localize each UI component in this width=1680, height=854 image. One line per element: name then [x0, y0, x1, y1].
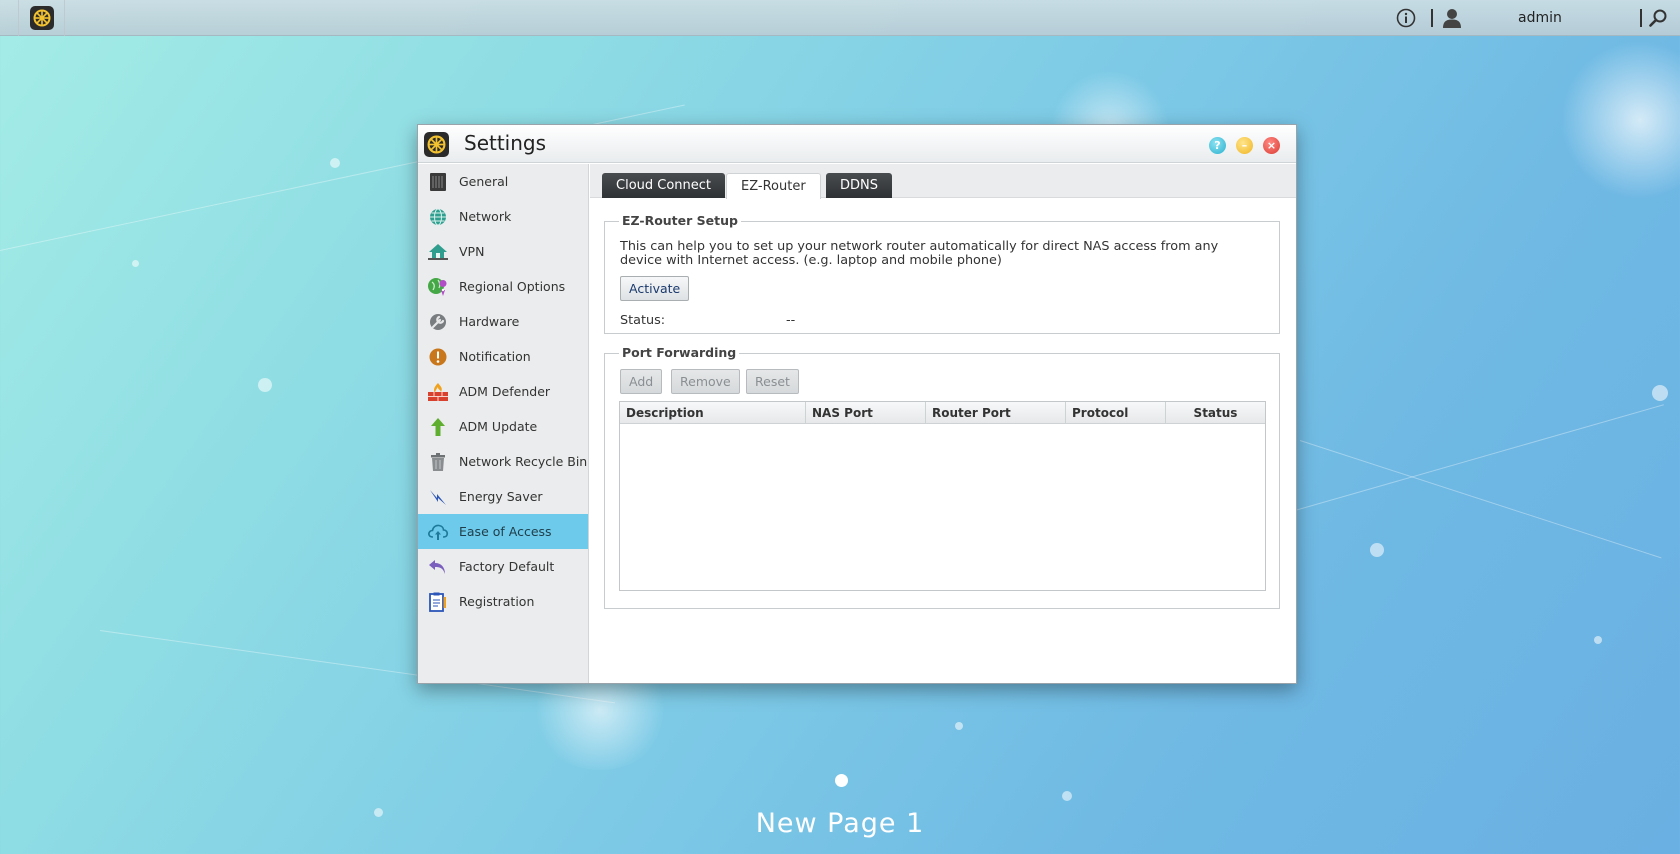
section-legend: EZ-Router Setup [619, 213, 741, 228]
column-header-protocol[interactable]: Protocol [1066, 402, 1166, 424]
minimize-button[interactable]: – [1236, 137, 1253, 154]
sidebar-item-label: ADM Defender [459, 384, 551, 399]
sidebar-item-hardware[interactable]: Hardware [418, 304, 588, 339]
alert-icon [427, 346, 449, 368]
taskbar-separator [1431, 9, 1433, 27]
column-header-status[interactable]: Status [1166, 402, 1265, 424]
activate-button[interactable]: Activate [620, 276, 690, 301]
sidebar-item-label: Energy Saver [459, 489, 543, 504]
reset-button[interactable]: Reset [746, 369, 799, 394]
taskbar-divider [18, 0, 19, 36]
ez-router-setup-section: EZ-Router Setup This can help you to set… [604, 213, 1280, 334]
sidebar-item-general[interactable]: General [418, 164, 588, 199]
window-titlebar[interactable]: Settings ? – × [418, 125, 1296, 163]
cloud-upload-icon [427, 521, 449, 543]
sidebar-item-label: Regional Options [459, 279, 566, 294]
sidebar-item-registration[interactable]: Registration [418, 584, 588, 619]
status-value: -- [786, 313, 796, 328]
column-header-description[interactable]: Description [620, 402, 806, 424]
table-header: Description NAS Port Router Port Protoco… [620, 402, 1265, 424]
globe-pin-icon [427, 276, 449, 298]
sidebar-item-label: Notification [459, 349, 531, 364]
info-icon[interactable] [1396, 0, 1416, 36]
sidebar-item-adm-defender[interactable]: ADM Defender [418, 374, 588, 409]
lightning-icon [427, 486, 449, 508]
sidebar-item-label: VPN [459, 244, 485, 259]
sidebar-item-network[interactable]: Network [418, 199, 588, 234]
sidebar-item-label: General [459, 174, 509, 189]
column-header-nas-port[interactable]: NAS Port [806, 402, 926, 424]
sidebar-item-vpn[interactable]: VPN [418, 234, 588, 269]
settings-wheel-icon[interactable] [30, 6, 54, 30]
sidebar-item-label: Network Recycle Bin [459, 454, 588, 469]
ez-router-description: This can help you to set up your network… [620, 239, 1219, 268]
taskbar-separator [1640, 9, 1642, 27]
column-header-router-port[interactable]: Router Port [926, 402, 1066, 424]
port-forwarding-section: Port Forwarding Add Remove Reset Descrip… [604, 345, 1280, 609]
sidebar-item-adm-update[interactable]: ADM Update [418, 409, 588, 444]
tab-ez-router[interactable]: EZ-Router [726, 173, 821, 199]
sidebar-item-factory-default[interactable]: Factory Default [418, 549, 588, 584]
port-forwarding-table: Description NAS Port Router Port Protoco… [619, 401, 1266, 591]
window-title: Settings [464, 131, 547, 155]
sidebar-item-label: Factory Default [459, 559, 555, 574]
trash-icon [427, 451, 449, 473]
sidebar-item-regional-options[interactable]: Regional Options [418, 269, 588, 304]
globe-icon [427, 206, 449, 228]
server-icon [427, 171, 449, 193]
settings-window: Settings ? – × General Network VPN Regio… [417, 124, 1297, 684]
section-legend: Port Forwarding [619, 345, 740, 360]
search-icon[interactable] [1648, 0, 1668, 36]
tab-bar: Cloud Connect EZ-Router DDNS [590, 164, 1296, 199]
add-button[interactable]: Add [620, 369, 663, 394]
page-indicator-dot[interactable] [835, 774, 848, 787]
desktop-page-label: New Page 1 [755, 808, 925, 839]
status-label: Status: [620, 313, 666, 328]
username[interactable]: admin [1518, 0, 1562, 36]
tab-cloud-connect[interactable]: Cloud Connect [602, 173, 726, 198]
arrow-up-icon [427, 416, 449, 438]
sidebar-item-label: Ease of Access [459, 524, 552, 539]
taskbar: admin [0, 0, 1680, 36]
help-button[interactable]: ? [1209, 137, 1226, 154]
sidebar-item-label: ADM Update [459, 419, 538, 434]
clipboard-icon [427, 591, 449, 613]
user-icon[interactable] [1441, 0, 1463, 36]
sidebar-item-notification[interactable]: Notification [418, 339, 588, 374]
remove-button[interactable]: Remove [671, 369, 740, 394]
undo-icon [427, 556, 449, 578]
close-button[interactable]: × [1263, 137, 1280, 154]
settings-sidebar: General Network VPN Regional Options Har… [418, 164, 589, 683]
firewall-icon [427, 381, 449, 403]
wrench-icon [427, 311, 449, 333]
sidebar-item-ease-of-access[interactable]: Ease of Access [418, 514, 588, 549]
sidebar-item-label: Hardware [459, 314, 520, 329]
taskbar-divider [64, 0, 65, 36]
sidebar-item-label: Registration [459, 594, 535, 609]
tab-ddns[interactable]: DDNS [826, 173, 892, 198]
vpn-house-icon [427, 241, 449, 263]
sidebar-item-network-recycle-bin[interactable]: Network Recycle Bin [418, 444, 588, 479]
sidebar-item-label: Network [459, 209, 512, 224]
settings-wheel-icon [424, 132, 449, 157]
sidebar-item-energy-saver[interactable]: Energy Saver [418, 479, 588, 514]
